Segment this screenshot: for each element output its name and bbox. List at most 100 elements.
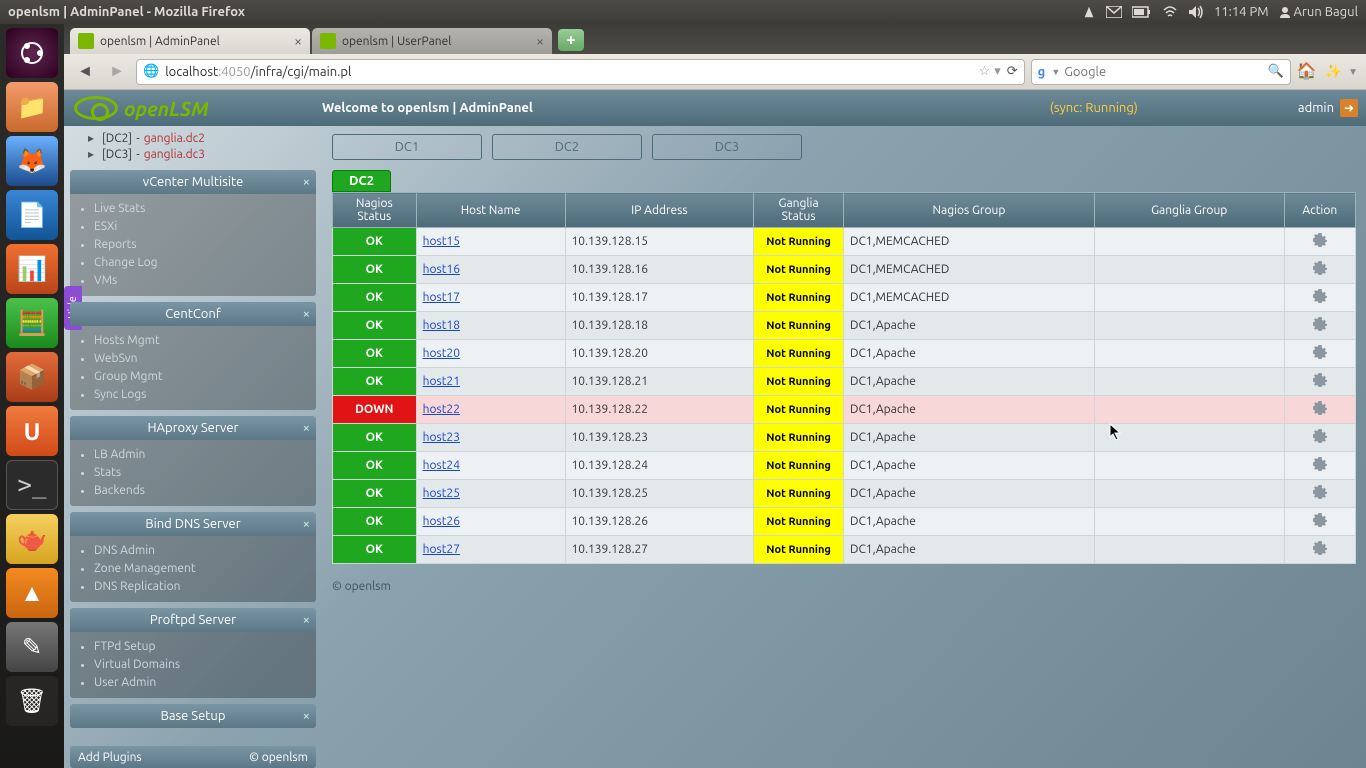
writer-icon[interactable]: 📄: [6, 190, 58, 240]
bookmark-icon[interactable]: ☆: [979, 64, 991, 79]
panel-item[interactable]: LB Admin: [94, 446, 304, 464]
host-link[interactable]: host25: [423, 487, 460, 500]
clock[interactable]: 11:14 PM: [1214, 5, 1269, 19]
host-link[interactable]: host20: [423, 347, 460, 360]
tab-close-icon[interactable]: ×: [536, 33, 544, 49]
dc-tab[interactable]: DC2: [492, 134, 642, 160]
panel-close-icon[interactable]: ×: [303, 307, 310, 321]
panel-item[interactable]: Virtual Domains: [94, 656, 304, 674]
host-link[interactable]: host16: [423, 263, 460, 276]
dc-tab[interactable]: DC1: [332, 134, 482, 160]
browser-tab-0[interactable]: openlsm | AdminPanel ×: [70, 28, 310, 54]
panel-close-icon[interactable]: ×: [303, 613, 310, 627]
panel-item[interactable]: Live Stats: [94, 200, 304, 218]
expand-icon[interactable]: ▸: [88, 147, 98, 161]
dropdown-icon[interactable]: ▼: [1051, 67, 1060, 77]
gear-icon[interactable]: [1312, 288, 1328, 304]
gear-icon[interactable]: [1312, 400, 1328, 416]
panel-header[interactable]: Proftpd Server×: [70, 608, 316, 632]
host-link[interactable]: host22: [423, 403, 460, 416]
impress-icon[interactable]: 📊: [6, 244, 58, 294]
dc-tab[interactable]: DC3: [652, 134, 802, 160]
panel-item[interactable]: Reports: [94, 236, 304, 254]
terminal-icon[interactable]: >_: [6, 460, 58, 510]
table-header[interactable]: Ganglia Status: [754, 193, 844, 228]
expand-icon[interactable]: ▸: [88, 131, 98, 145]
gear-icon[interactable]: [1312, 372, 1328, 388]
tree-link[interactable]: ganglia.dc3: [144, 148, 205, 161]
back-button[interactable]: ◄: [72, 59, 98, 85]
search-icon[interactable]: 🔍: [1267, 64, 1283, 79]
logout-button[interactable]: ➜: [1340, 99, 1358, 117]
host-link[interactable]: host15: [423, 235, 460, 248]
panel-item[interactable]: Group Mgmt: [94, 368, 304, 386]
panel-item[interactable]: ESXi: [94, 218, 304, 236]
add-plugins-button[interactable]: Add Plugins: [78, 751, 142, 764]
firefox-icon[interactable]: 🦊: [6, 136, 58, 186]
panel-item[interactable]: Stats: [94, 464, 304, 482]
panel-item[interactable]: Backends: [94, 482, 304, 500]
panel-item[interactable]: Zone Management: [94, 560, 304, 578]
calc-icon[interactable]: 🧮: [6, 298, 58, 348]
panel-item[interactable]: FTPd Setup: [94, 638, 304, 656]
browser-tab-1[interactable]: openlsm | UserPanel ×: [312, 28, 552, 54]
panel-item[interactable]: Sync Logs: [94, 386, 304, 404]
gear-icon[interactable]: [1312, 232, 1328, 248]
gear-icon[interactable]: [1312, 316, 1328, 332]
table-header[interactable]: Nagios Group: [843, 193, 1094, 228]
table-header[interactable]: Host Name: [416, 193, 565, 228]
tab-close-icon[interactable]: ×: [294, 33, 302, 49]
panel-item[interactable]: Change Log: [94, 254, 304, 272]
panel-item[interactable]: VMs: [94, 272, 304, 290]
host-link[interactable]: host27: [423, 543, 460, 556]
panel-item[interactable]: User Admin: [94, 674, 304, 692]
tree-link[interactable]: ganglia.dc2: [144, 132, 205, 145]
dropdown-icon[interactable]: ▾: [994, 64, 1001, 79]
addon-icon[interactable]: ✨: [1325, 63, 1342, 80]
gear-icon[interactable]: [1312, 456, 1328, 472]
panel-header[interactable]: CentConf×: [70, 302, 316, 326]
panel-item[interactable]: Hosts Mgmt: [94, 332, 304, 350]
volume-icon[interactable]: [1188, 5, 1204, 19]
panel-item[interactable]: WebSvn: [94, 350, 304, 368]
network-icon[interactable]: [1162, 5, 1178, 19]
dash-icon[interactable]: [6, 28, 58, 78]
panel-close-icon[interactable]: ×: [303, 421, 310, 435]
panel-header[interactable]: Bind DNS Server×: [70, 512, 316, 536]
gear-icon[interactable]: [1312, 428, 1328, 444]
tree-item[interactable]: ▸[DC2]-ganglia.dc2: [88, 130, 312, 146]
panel-item[interactable]: DNS Admin: [94, 542, 304, 560]
gear-icon[interactable]: [1312, 540, 1328, 556]
host-link[interactable]: host24: [423, 459, 460, 472]
reload-icon[interactable]: ⟳: [1007, 64, 1018, 79]
table-header[interactable]: Ganglia Group: [1094, 193, 1284, 228]
panel-header[interactable]: HAproxy Server×: [70, 416, 316, 440]
home-button[interactable]: 🏠: [1297, 61, 1319, 83]
files-icon[interactable]: 📁: [6, 82, 58, 132]
software-center-icon[interactable]: U: [6, 406, 58, 456]
table-header[interactable]: Action: [1284, 193, 1355, 228]
user-indicator[interactable]: Arun Bagul: [1279, 5, 1358, 19]
battery-icon[interactable]: [1132, 6, 1152, 18]
host-link[interactable]: host18: [423, 319, 460, 332]
search-bar[interactable]: g▼ 🔍: [1031, 59, 1291, 85]
new-tab-button[interactable]: +: [558, 29, 584, 51]
panel-close-icon[interactable]: ×: [303, 709, 310, 723]
gear-icon[interactable]: [1312, 260, 1328, 276]
gear-icon[interactable]: [1312, 512, 1328, 528]
panel-close-icon[interactable]: ×: [303, 517, 310, 531]
panel-close-icon[interactable]: ×: [303, 175, 310, 189]
table-header[interactable]: IP Address: [565, 193, 754, 228]
panel-header[interactable]: Base Setup×: [70, 704, 316, 728]
url-bar[interactable]: 🌐 localhost:4050/infra/cgi/main.pl ☆ ▾ ⟳: [136, 59, 1025, 85]
host-link[interactable]: host21: [423, 375, 460, 388]
gear-icon[interactable]: [1312, 484, 1328, 500]
table-header[interactable]: Nagios Status: [333, 193, 417, 228]
mail-icon[interactable]: [1106, 6, 1122, 18]
host-link[interactable]: host26: [423, 515, 460, 528]
panel-item[interactable]: DNS Replication: [94, 578, 304, 596]
vlc-indicator-icon[interactable]: [1082, 5, 1096, 19]
software-sources-icon[interactable]: 📦: [6, 352, 58, 402]
tree-item[interactable]: ▸[DC3]-ganglia.dc3: [88, 146, 312, 162]
host-link[interactable]: host17: [423, 291, 460, 304]
